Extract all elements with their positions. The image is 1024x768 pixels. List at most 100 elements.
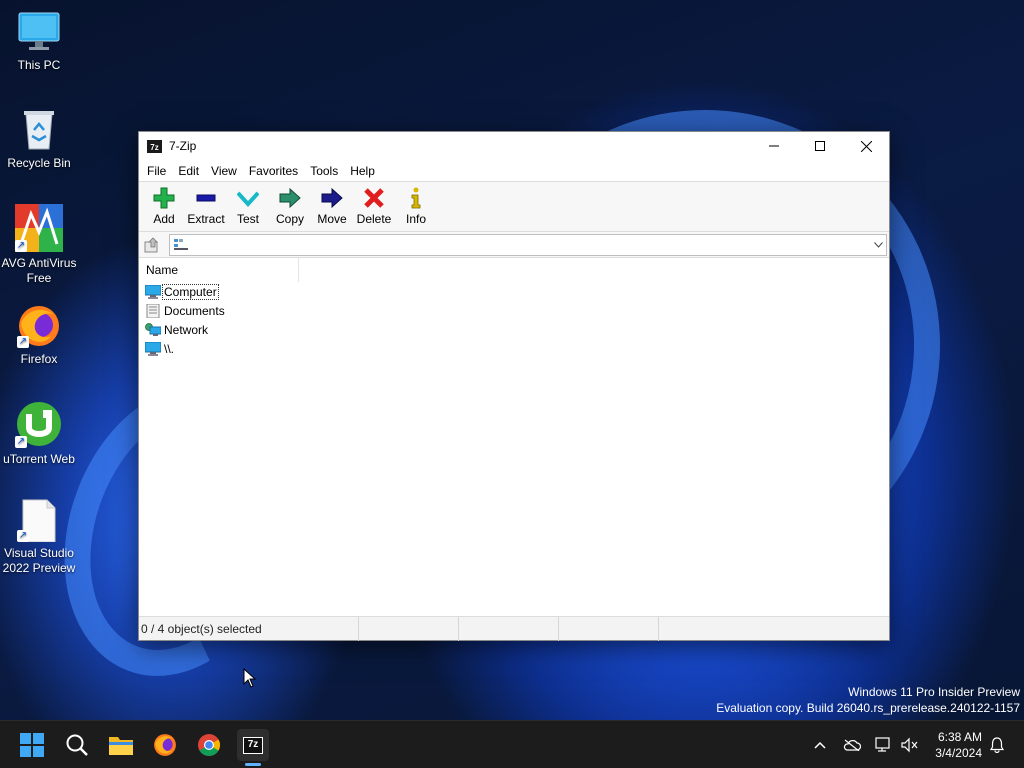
desktop-icon-this-pc[interactable]: This PC [0,10,78,73]
minimize-button[interactable] [751,132,797,160]
chrome-taskbar-button[interactable] [193,729,225,761]
list-item-label: Computer [162,283,219,300]
column-header-name[interactable]: Name [139,258,299,282]
menu-favorites[interactable]: Favorites [243,164,304,178]
notifications-button[interactable] [986,721,1008,768]
info-button[interactable]: Info [395,186,437,226]
list-item-documents[interactable]: Documents [139,301,889,320]
info-icon [403,186,429,210]
menu-file[interactable]: File [141,164,172,178]
firefox-taskbar-button[interactable] [149,729,181,761]
minus-icon [193,186,219,210]
list-header: Name [139,258,889,282]
desktop-icon-recycle-bin[interactable]: Recycle Bin [0,108,78,171]
move-label: Move [317,212,347,226]
status-size [359,617,459,641]
window-controls [751,132,889,160]
start-icon [20,733,44,757]
network-tray-button[interactable] [874,721,894,768]
7zip-taskbar-button[interactable]: 7z [237,729,269,761]
move-button[interactable]: Move [311,186,353,226]
7zip-app-icon: 7z [147,139,162,153]
move-arrow-icon [319,186,345,210]
7zip-window: 7z 7-Zip File Edit View Favorites Tools … [138,131,890,641]
check-icon [235,186,261,210]
list-item-computer[interactable]: Computer [139,282,889,301]
desktop-icon-label: AVG AntiVirus Free [1,256,77,285]
file-explorer-button[interactable] [105,729,137,761]
status-date [559,617,659,641]
menu-view[interactable]: View [205,164,243,178]
list-item-label: Documents [164,303,225,318]
search-button[interactable] [61,729,93,761]
shortcut-arrow-icon: ↗ [15,240,27,252]
chevron-down-icon[interactable] [870,241,886,248]
close-icon [860,140,872,152]
clock-date: 3/4/2024 [935,746,982,760]
bell-icon [990,737,1004,753]
firefox-icon [154,734,176,756]
mouse-cursor-icon [243,668,257,688]
windows-watermark: Windows 11 Pro Insider Preview Evaluatio… [716,684,1020,716]
chevron-up-icon [814,741,826,749]
menu-tools[interactable]: Tools [304,164,344,178]
add-label: Add [153,212,175,226]
taskbar-clock[interactable]: 6:38 AM 3/4/2024 [935,729,982,761]
extract-label: Extract [187,212,225,226]
up-folder-icon [144,236,158,252]
title-bar[interactable]: 7z 7-Zip [139,132,889,160]
info-label: Info [405,212,426,226]
extract-button[interactable]: Extract [185,186,227,226]
copy-button[interactable]: Copy [269,186,311,226]
close-button[interactable] [843,132,889,160]
desktop-icon-label: uTorrent Web [3,452,75,466]
up-folder-button[interactable] [143,236,161,254]
add-button[interactable]: Add [143,186,185,226]
chrome-icon [198,734,220,756]
utorrent-icon: ↗ [15,400,63,448]
desktop-icon-firefox[interactable]: ↗ Firefox [0,304,78,367]
minimize-icon [769,145,779,147]
active-app-indicator [245,763,261,766]
documents-icon [145,303,161,318]
desktop-icon-label: This PC [17,58,61,72]
shortcut-arrow-icon: ↗ [17,336,29,348]
speaker-muted-icon [901,737,918,753]
menu-edit[interactable]: Edit [172,164,205,178]
computer-small-icon [174,238,188,250]
test-button[interactable]: Test [227,186,269,226]
computer-icon [144,284,162,299]
file-list[interactable]: Name Computer Documents Network \\. [139,258,889,617]
maximize-icon [815,141,825,151]
onedrive-button[interactable] [842,721,862,768]
list-item-network[interactable]: Network [139,320,889,339]
desktop-icon-visual-studio[interactable]: ↗ Visual Studio 2022 Preview [0,498,78,576]
address-input[interactable] [170,235,870,254]
desktop-icon-label: Visual Studio 2022 Preview [2,546,76,575]
avg-antivirus-icon: ↗ [15,204,63,252]
desktop-icon-label: Recycle Bin [7,156,71,170]
volume-tray-button[interactable] [900,721,920,768]
address-combobox[interactable] [169,233,887,256]
delete-label: Delete [356,212,392,226]
search-icon [66,734,88,756]
delete-button[interactable]: Delete [353,186,395,226]
file-explorer-icon [109,737,133,755]
cloud-off-icon [843,739,861,751]
desktop-icon-utorrent[interactable]: ↗ uTorrent Web [0,400,78,467]
watermark-line-2: Evaluation copy. Build 26040.rs_prerelea… [716,701,1020,715]
file-icon: ↗ [17,498,61,543]
toolbar: Add Extract Test Copy Move Delete Info [139,182,889,232]
list-item-label: \\. [164,341,175,356]
plus-icon [151,186,177,210]
menu-help[interactable]: Help [344,164,381,178]
list-item-root[interactable]: \\. [139,339,889,358]
start-button[interactable] [16,729,48,761]
desktop-icon-avg[interactable]: ↗ AVG AntiVirus Free [0,204,78,286]
network-icon [145,322,162,337]
monitor-icon [17,10,61,54]
show-hidden-icons-button[interactable] [810,721,830,768]
maximize-button[interactable] [797,132,843,160]
shortcut-arrow-icon: ↗ [15,436,27,448]
status-selected: 0 / 4 object(s) selected [139,617,359,641]
